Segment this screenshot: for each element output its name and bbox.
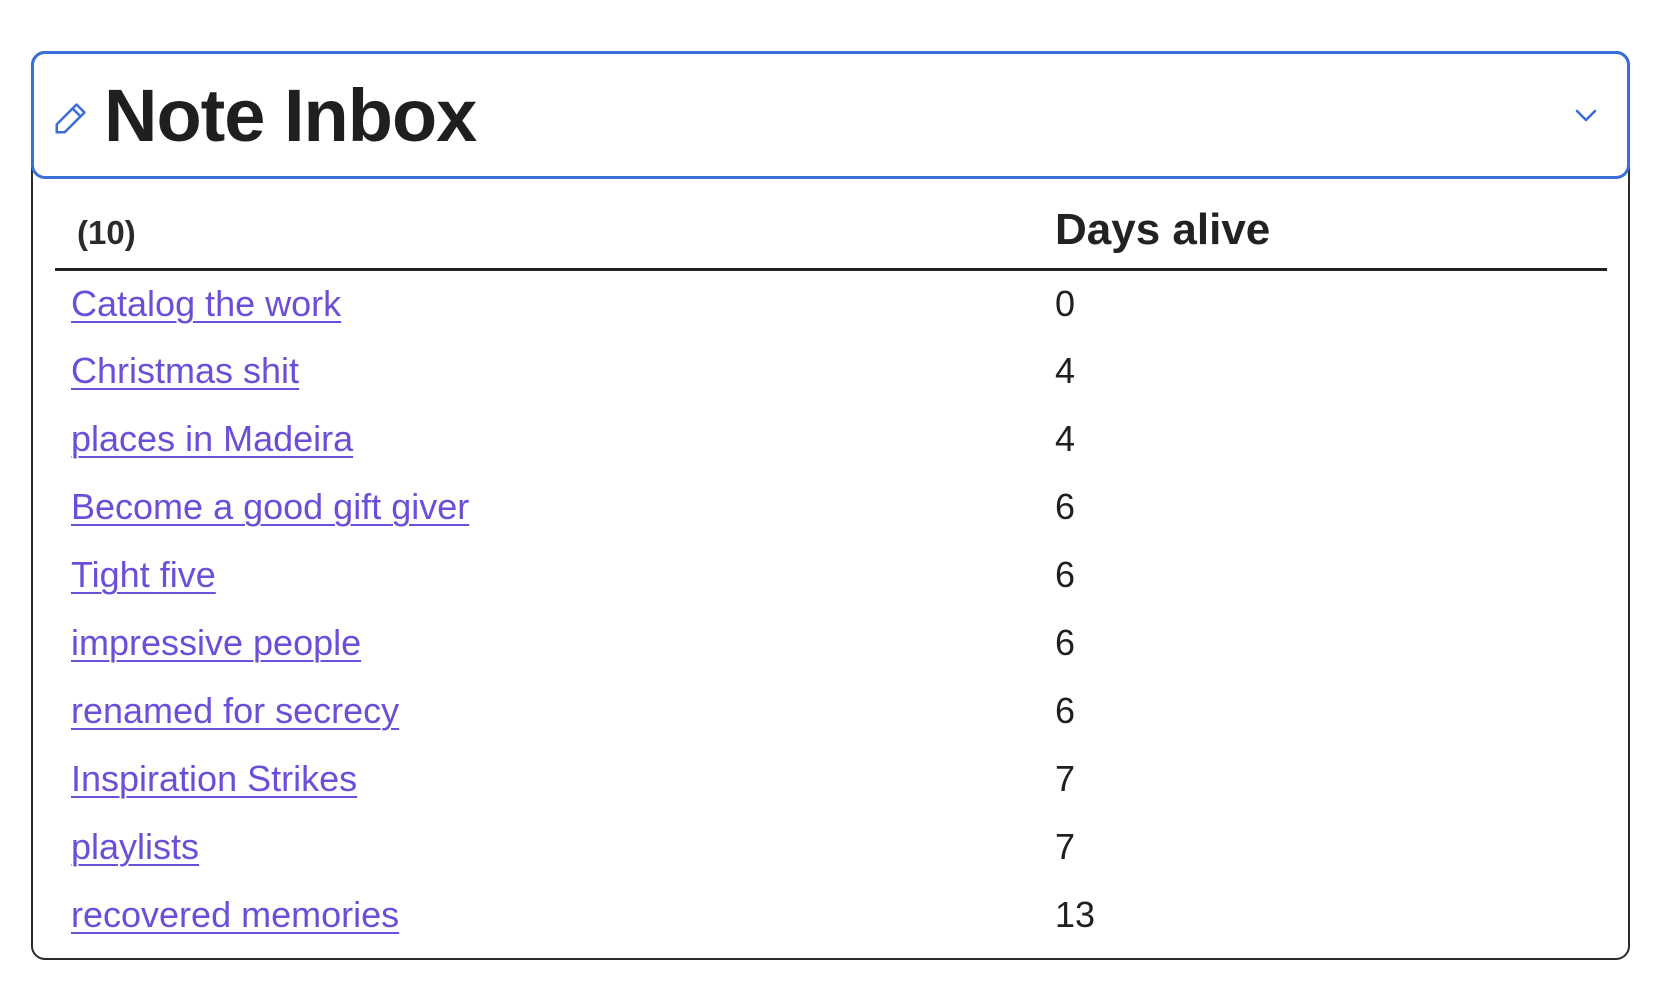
note-name-cell: Become a good gift giver (55, 473, 1055, 541)
table-row: places in Madeira 4 (55, 405, 1607, 473)
table-row: recovered memories 13 (55, 881, 1607, 949)
table-row: Tight five 6 (55, 541, 1607, 609)
note-link[interactable]: Tight five (71, 554, 216, 595)
table-row: impressive people 6 (55, 609, 1607, 677)
note-name-cell: Catalog the work (55, 269, 1055, 337)
note-name-cell: renamed for secrecy (55, 677, 1055, 745)
table-row: Inspiration Strikes 7 (55, 745, 1607, 813)
note-name-cell: Tight five (55, 541, 1055, 609)
note-name-cell: impressive people (55, 609, 1055, 677)
days-alive-cell: 7 (1055, 758, 1076, 799)
note-name-cell: places in Madeira (55, 405, 1055, 473)
days-alive-cell: 0 (1055, 282, 1076, 324)
table-row: Christmas shit 4 (55, 337, 1607, 405)
note-name-cell: Inspiration Strikes (55, 745, 1055, 813)
note-count: (10) (77, 214, 136, 252)
table-row: renamed for secrecy 6 (55, 677, 1607, 745)
note-name-cell: playlists (55, 813, 1055, 881)
notes-table-container: (10) Days alive Catalog the work 0 Chris… (55, 193, 1607, 949)
note-link[interactable]: impressive people (71, 622, 361, 663)
notes-table: (10) Days alive Catalog the work 0 Chris… (55, 193, 1607, 949)
table-header-row: (10) Days alive (55, 193, 1607, 271)
note-name-cell: recovered memories (55, 881, 1055, 949)
days-alive-header-label: Days alive (1055, 205, 1271, 255)
days-alive-cell: 13 (1055, 894, 1096, 935)
panel-title: Note Inbox (104, 74, 477, 157)
days-alive-cell: 7 (1055, 826, 1076, 867)
name-column-header[interactable]: (10) (55, 193, 1055, 271)
note-link[interactable]: renamed for secrecy (71, 690, 399, 731)
note-link[interactable]: places in Madeira (71, 418, 353, 459)
chevron-down-icon[interactable] (1571, 104, 1601, 126)
note-name-cell: Christmas shit (55, 337, 1055, 405)
pencil-icon[interactable] (52, 99, 90, 137)
note-link[interactable]: Catalog the work (71, 283, 341, 324)
days-alive-cell: 4 (1055, 350, 1076, 391)
days-alive-cell: 6 (1055, 622, 1076, 663)
table-row: playlists 7 (55, 813, 1607, 881)
note-link[interactable]: playlists (71, 826, 199, 867)
days-alive-cell: 6 (1055, 486, 1076, 527)
days-alive-cell: 4 (1055, 418, 1076, 459)
note-link[interactable]: recovered memories (71, 894, 399, 935)
table-row: Catalog the work 0 (55, 269, 1607, 337)
days-alive-cell: 6 (1055, 554, 1076, 595)
days-alive-column-header[interactable]: Days alive (1055, 193, 1607, 271)
table-row: Become a good gift giver 6 (55, 473, 1607, 541)
note-link[interactable]: Become a good gift giver (71, 486, 469, 527)
days-alive-cell: 6 (1055, 690, 1076, 731)
note-inbox-panel: Note Inbox (10) Days alive Catalog the w… (31, 51, 1630, 960)
note-link[interactable]: Inspiration Strikes (71, 758, 357, 799)
panel-header[interactable]: Note Inbox (31, 51, 1630, 179)
note-link[interactable]: Christmas shit (71, 350, 299, 391)
